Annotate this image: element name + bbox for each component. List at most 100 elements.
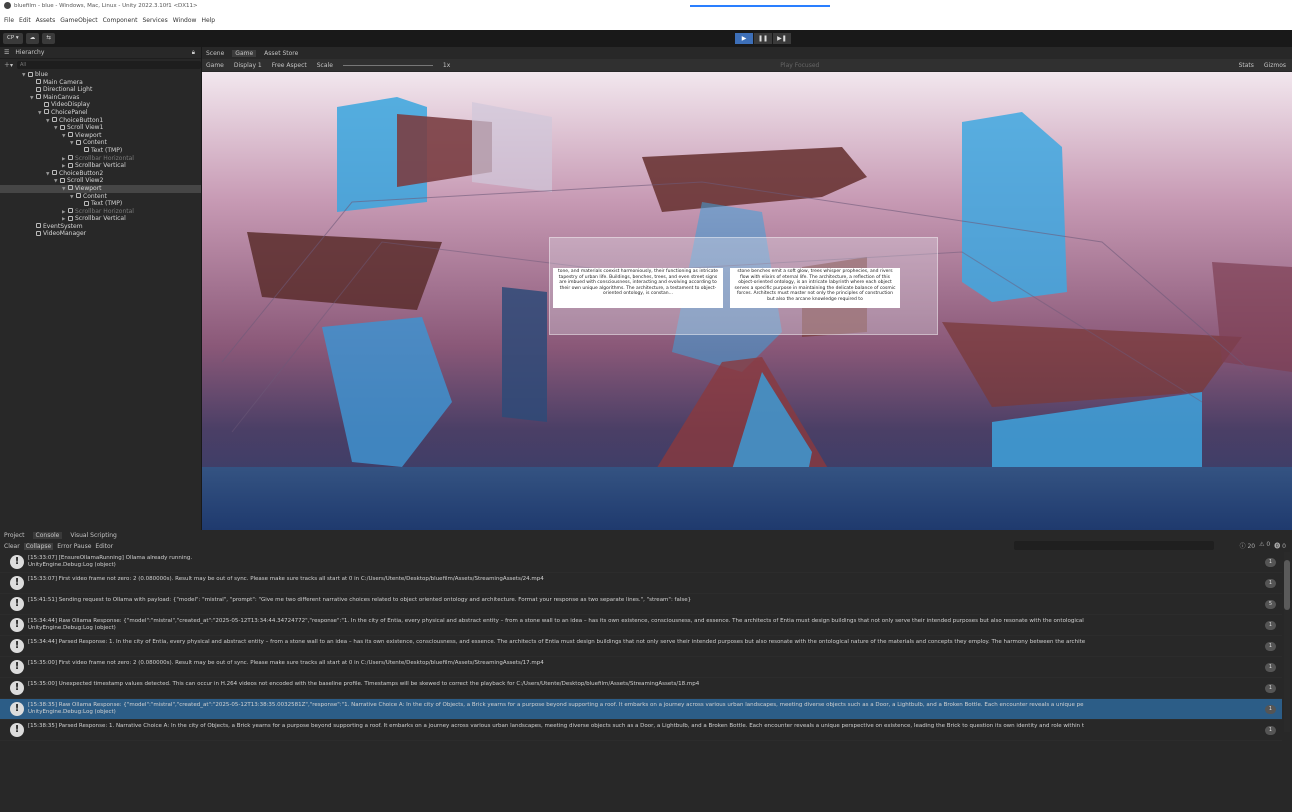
hierarchy-item[interactable]: ▼ blue	[0, 71, 201, 79]
tab-asset-store[interactable]: Asset Store	[264, 50, 298, 57]
hierarchy-item[interactable]: ▼ ChoiceButton2	[0, 170, 201, 178]
info-icon: !	[10, 555, 24, 569]
hierarchy-item[interactable]: ▼ Scroll View1	[0, 124, 201, 132]
play-focused-dropdown[interactable]: Play Focused	[780, 62, 819, 69]
hierarchy-item[interactable]: Text (TMP)	[0, 147, 201, 155]
warning-count-icon[interactable]: ⚠ 0	[1259, 541, 1270, 550]
editor-button[interactable]: Editor	[95, 543, 113, 550]
cloud-icon[interactable]: ☁	[25, 32, 40, 44]
console-entry[interactable]: ! [15:35:00] First video frame not zero: …	[0, 657, 1282, 678]
hierarchy-item[interactable]: ▶ Scrollbar Vertical	[0, 162, 201, 170]
console-entry[interactable]: ! [15:34:44] Parsed Response: 1. In the c…	[0, 636, 1282, 657]
hierarchy-item[interactable]: Main Camera	[0, 79, 201, 87]
gameobject-icon	[36, 94, 41, 100]
hierarchy-item[interactable]: ▼ Content	[0, 139, 201, 147]
menu-item-assets[interactable]: Assets	[36, 17, 56, 24]
hierarchy-item[interactable]: VideoDisplay	[0, 101, 201, 109]
hierarchy-item[interactable]: Directional Light	[0, 86, 201, 94]
collab-icon[interactable]: ⇆	[42, 32, 55, 44]
scale-slider[interactable]	[342, 64, 433, 66]
choice-button-2[interactable]: stone benches emit a soft glow, trees wh…	[730, 268, 900, 308]
hierarchy-item[interactable]: ▶ Scrollbar Horizontal	[0, 208, 201, 216]
info-icon: !	[10, 702, 24, 716]
tab-project[interactable]: Project	[4, 532, 25, 539]
account-button[interactable]: CP ▾	[3, 32, 23, 44]
console-entry[interactable]: ! [15:35:00] Unexpected timestamp values …	[0, 678, 1282, 699]
choice-1-text: tone, and materials coexist harmoniously…	[557, 269, 719, 297]
hierarchy-item[interactable]: VideoManager	[0, 230, 201, 238]
error-pause-button[interactable]: Error Pause	[57, 543, 91, 550]
main-toolbar: CP ▾ ☁ ⇆	[0, 30, 1292, 46]
hierarchy-item[interactable]: ▶ Scrollbar Vertical	[0, 215, 201, 223]
menu-item-gameobject[interactable]: GameObject	[60, 17, 97, 24]
hierarchy-item-label: Scrollbar Vertical	[75, 162, 126, 170]
hierarchy-item[interactable]: ▼ ChoiceButton1	[0, 117, 201, 125]
console-entry-message: [15:38:35] Parsed Response: 1. Narrative…	[28, 723, 1084, 729]
menu-item-edit[interactable]: Edit	[19, 17, 31, 24]
gameobject-icon	[68, 215, 73, 221]
tab-visual-scripting[interactable]: Visual Scripting	[70, 532, 117, 539]
add-icon[interactable]: ＋▾	[4, 60, 13, 69]
gizmos-button[interactable]: Gizmos	[1264, 62, 1286, 69]
mode-dropdown[interactable]: Game	[206, 62, 224, 69]
menu-item-component[interactable]: Component	[103, 17, 138, 24]
error-count-icon[interactable]: ⓿ 0	[1274, 541, 1286, 550]
console-entry[interactable]: ! [15:41:51] Sending request to Ollama wi…	[0, 594, 1282, 615]
cube-shape	[472, 102, 552, 192]
info-icon: !	[10, 660, 24, 674]
gameobject-icon	[68, 208, 73, 214]
hierarchy-item-label: Directional Light	[43, 86, 93, 94]
hierarchy-item-label: Main Camera	[43, 78, 83, 86]
menu-item-window[interactable]: Window	[173, 17, 197, 24]
tab-game[interactable]: Game	[232, 49, 257, 57]
log-count: 20	[1247, 543, 1256, 550]
scale-label: Scale	[316, 61, 333, 69]
choice-button-1[interactable]: tone, and materials coexist harmoniously…	[553, 268, 723, 308]
stats-button[interactable]: Stats	[1239, 62, 1254, 69]
menu-item-services[interactable]: Services	[142, 17, 167, 24]
info-icon: !	[10, 597, 24, 611]
gameobject-icon	[76, 193, 81, 198]
pause-icon[interactable]: ❚❚	[754, 33, 772, 44]
console-entry[interactable]: ! [15:38:35] Raw Ollama Response: {"model…	[0, 699, 1282, 720]
log-count-icon[interactable]: ⓘ 20	[1240, 541, 1256, 550]
hierarchy-item[interactable]: ▼ Viewport	[0, 132, 201, 140]
hierarchy-tab[interactable]: Hierarchy	[15, 49, 44, 56]
hierarchy-item[interactable]: Text (TMP)	[0, 200, 201, 208]
hierarchy-item[interactable]: ▼ ChoicePanel	[0, 109, 201, 117]
hierarchy-item[interactable]: ▶ Scrollbar Horizontal	[0, 155, 201, 163]
menu-item-help[interactable]: Help	[201, 17, 215, 24]
gameobject-icon	[36, 86, 41, 92]
play-controls: ▶ ❚❚ ▶❚	[735, 33, 791, 44]
tab-console[interactable]: Console	[32, 532, 63, 539]
console-entry[interactable]: ! [15:33:07] First video frame not zero: …	[0, 573, 1282, 594]
console-entry[interactable]: ! [15:34:44] Raw Ollama Response: {"model…	[0, 615, 1282, 636]
lock-icon[interactable]: 🔒︎	[192, 49, 195, 57]
hierarchy-item-label: EventSystem	[43, 222, 83, 230]
hierarchy-menu-icon[interactable]: ☰	[4, 49, 9, 56]
clear-button[interactable]: Clear	[4, 543, 20, 550]
display-dropdown[interactable]: Display 1	[234, 62, 262, 69]
hierarchy-item[interactable]: ▼ Scroll View2	[0, 177, 201, 185]
aspect-dropdown[interactable]: Free Aspect	[272, 62, 307, 69]
console-entry-message: [15:33:07] First video frame not zero: 2…	[28, 576, 544, 582]
cube-shape	[322, 317, 452, 467]
hierarchy-item-label: Scrollbar Vertical	[75, 215, 126, 223]
play-icon[interactable]: ▶	[735, 33, 753, 44]
console-scrollbar[interactable]	[1284, 552, 1290, 732]
hierarchy-item[interactable]: ▼ Viewport	[0, 184, 201, 193]
console-search-input[interactable]	[1014, 541, 1214, 550]
console-entry[interactable]: ! [15:38:35] Parsed Response: 1. Narrativ…	[0, 720, 1282, 741]
hierarchy-item[interactable]: ▼ Content	[0, 193, 201, 201]
hierarchy-search-input[interactable]: All	[17, 60, 201, 69]
console-panel: Project Console Visual Scripting Clear Coll…	[0, 530, 1292, 812]
menu-item-file[interactable]: File	[4, 17, 14, 24]
collapse-button[interactable]: Collapse	[23, 543, 54, 550]
step-icon[interactable]: ▶❚	[773, 33, 791, 44]
game-viewport[interactable]: tone, and materials coexist harmoniously…	[202, 72, 1292, 530]
tab-scene[interactable]: Scene	[206, 50, 224, 57]
hierarchy-item[interactable]: ▼ MainCanvas	[0, 94, 201, 102]
console-entry[interactable]: ! [15:33:07] [EnsureOllamaRunning] Ollama…	[0, 552, 1282, 573]
hierarchy-item[interactable]: EventSystem	[0, 223, 201, 231]
floor-plane	[202, 467, 1292, 530]
